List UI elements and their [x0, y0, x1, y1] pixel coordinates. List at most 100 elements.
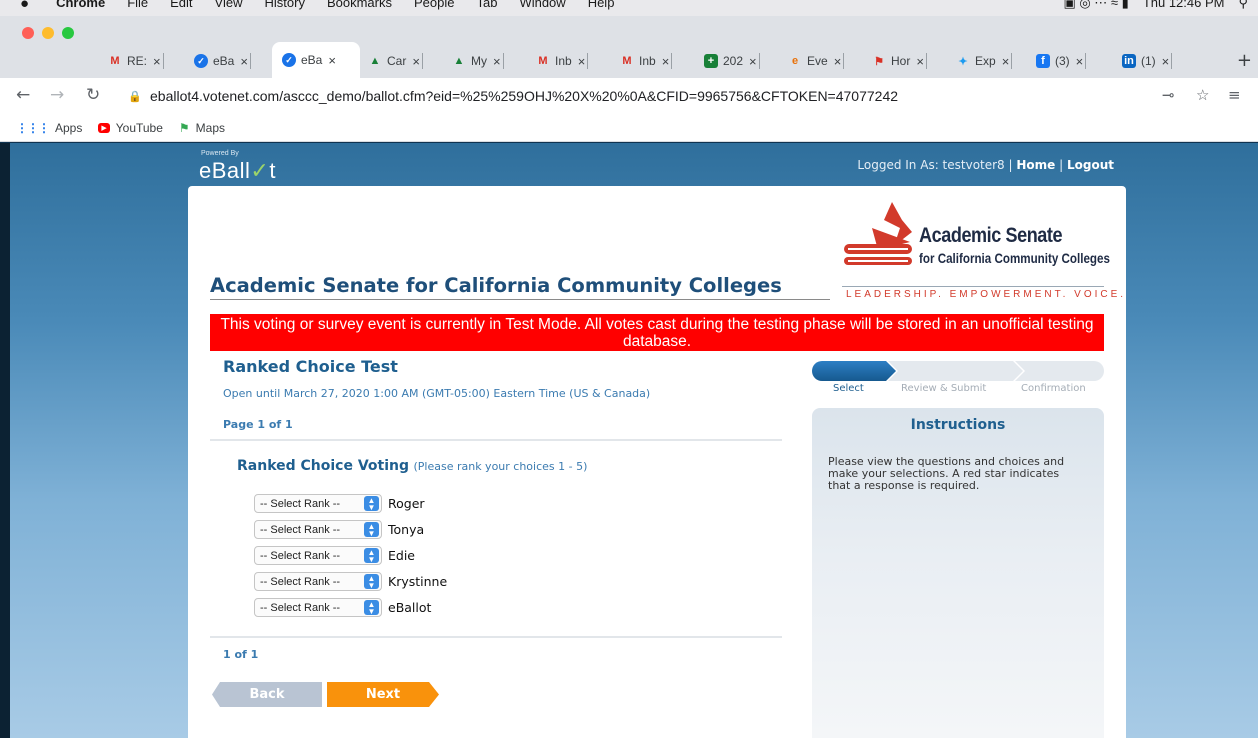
menu-clock[interactable]: Thu 12:46 PM [1143, 0, 1225, 11]
tab[interactable]: ⚑ Hor × [872, 46, 927, 76]
rank-select[interactable]: -- Select Rank -- ▲ ▼ [254, 546, 382, 565]
question-title: Ranked Choice Voting (Please rank your c… [237, 458, 588, 474]
close-tab-icon[interactable]: × [1076, 54, 1084, 69]
step-progress [812, 361, 1104, 381]
menu-tab[interactable]: Tab [465, 0, 508, 12]
page-count: 1 of 1 [223, 648, 259, 661]
apple-menu-icon[interactable]: ● [0, 0, 45, 12]
eballot-logo: eBall✓t [199, 158, 276, 183]
rank-select[interactable]: -- Select Rank -- ▲ ▼ [254, 520, 382, 539]
choice-row: -- Select Rank -- ▲ ▼ eBallot [254, 598, 431, 617]
close-tab-icon[interactable]: × [1002, 54, 1010, 69]
tab[interactable]: f (3) × [1036, 46, 1087, 76]
close-tab-icon[interactable]: × [328, 53, 336, 68]
rank-select[interactable]: -- Select Rank -- ▲ ▼ [254, 598, 382, 617]
menu-file[interactable]: File [116, 0, 159, 12]
eballot-icon: ✓ [194, 54, 208, 68]
close-tab-icon[interactable]: × [578, 54, 586, 69]
open-until-text: Open until March 27, 2020 1:00 AM (GMT-0… [223, 387, 651, 400]
step-review-label: Review & Submit [901, 383, 987, 394]
linkedin-icon: in [1122, 54, 1136, 68]
tab[interactable]: ▲ Car × [368, 46, 423, 76]
menu-edit[interactable]: Edit [159, 0, 203, 12]
facebook-icon: f [1036, 54, 1050, 68]
ballot-card: Academic Senate for California Community… [188, 186, 1126, 738]
status-icons[interactable]: ▣ ◎ ⋯ ≈ ▮ [1063, 0, 1128, 11]
close-tab-icon[interactable]: × [749, 54, 757, 69]
address-bar[interactable]: 🔒 eballot4.votenet.com/asccc_demo/ballot… [128, 82, 1188, 110]
minimize-window-icon[interactable] [42, 27, 54, 39]
next-button[interactable]: Next [327, 682, 439, 707]
logout-link[interactable]: Logout [1067, 158, 1114, 172]
menu-app-name[interactable]: Chrome [45, 0, 116, 12]
tab[interactable]: +202 × [704, 46, 760, 76]
close-tab-icon[interactable]: × [662, 54, 670, 69]
home-link[interactable]: Home [1016, 158, 1055, 172]
tab-active[interactable]: ✓ eBa × [272, 42, 360, 78]
choice-row: -- Select Rank -- ▲ ▼ Roger [254, 494, 425, 513]
tab[interactable]: M Inb × [620, 46, 673, 76]
tab[interactable]: ▲ My × [452, 46, 504, 76]
instructions-panel: Instructions Please view the questions a… [812, 408, 1104, 738]
menu-history[interactable]: History [254, 0, 316, 12]
step-confirmation-label: Confirmation [1021, 383, 1086, 394]
bookmark-youtube[interactable]: ▶ YouTube [98, 121, 163, 135]
close-tab-icon[interactable]: × [240, 54, 248, 69]
close-tab-icon[interactable]: × [916, 54, 924, 69]
select-arrows-icon: ▲ ▼ [364, 496, 379, 511]
maps-icon: ⚑ [178, 120, 190, 135]
tab[interactable]: M RE: × [108, 46, 164, 76]
step-select-bar [812, 361, 896, 381]
tab[interactable]: in (1) × [1122, 46, 1173, 76]
key-icon[interactable]: ⊸ [1162, 86, 1175, 104]
url-text: eballot4.votenet.com/asccc_demo/ballot.c… [150, 88, 899, 104]
tab[interactable]: e Eve × [788, 46, 845, 76]
book-flame-icon [844, 202, 912, 265]
menu-view[interactable]: View [204, 0, 254, 12]
page-title: Academic Senate for California Community… [210, 274, 782, 297]
tab[interactable]: ✦ Exp × [956, 46, 1013, 76]
media-icon[interactable]: ≡ [1228, 86, 1241, 104]
menu-bookmarks[interactable]: Bookmarks [316, 0, 403, 12]
close-tab-icon[interactable]: × [493, 54, 501, 69]
logo-line-2: for California Community Colleges [919, 251, 1110, 266]
instructions-title: Instructions [910, 417, 1006, 433]
tab[interactable]: ✓ eBa × [194, 46, 251, 76]
bookmark-star-icon[interactable]: ☆ [1196, 86, 1209, 104]
divider [210, 636, 782, 638]
rank-select[interactable]: -- Select Rank -- ▲ ▼ [254, 494, 382, 513]
maximize-window-icon[interactable] [62, 27, 74, 39]
menu-help[interactable]: Help [577, 0, 626, 12]
google-sheets-icon: + [704, 54, 718, 68]
select-arrows-icon: ▲ ▼ [364, 600, 379, 615]
tab[interactable]: M Inb × [536, 46, 589, 76]
choice-label: Tonya [388, 522, 425, 537]
bookmarks-bar: ⋮⋮⋮ Apps ▶ YouTube ⚑ Maps [0, 114, 1258, 142]
bookmark-apps[interactable]: ⋮⋮⋮ Apps [16, 121, 82, 135]
close-tab-icon[interactable]: × [412, 54, 420, 69]
close-window-icon[interactable] [22, 27, 34, 39]
reload-icon[interactable]: ↻ [86, 85, 100, 105]
bookmark-maps[interactable]: ⚑ Maps [179, 121, 225, 135]
back-arrow-icon[interactable]: ← [16, 85, 30, 105]
close-tab-icon[interactable]: × [834, 54, 842, 69]
menu-window[interactable]: Window [508, 0, 576, 12]
powered-by-label: Powered By [201, 150, 239, 157]
browser-toolbar: ← → ↻ 🔒 eballot4.votenet.com/asccc_demo/… [0, 78, 1258, 114]
forward-arrow-icon[interactable]: → [50, 85, 64, 105]
apps-grid-icon: ⋮⋮⋮ [16, 120, 50, 135]
youtube-icon: ▶ [98, 122, 110, 133]
spotlight-search-icon[interactable]: ⚲ [1238, 0, 1248, 11]
choice-row: -- Select Rank -- ▲ ▼ Edie [254, 546, 415, 565]
honey-icon: ⚑ [874, 55, 884, 68]
menu-people[interactable]: People [403, 0, 465, 12]
close-tab-icon[interactable]: × [1162, 54, 1170, 69]
select-arrows-icon: ▲ ▼ [364, 574, 379, 589]
logged-in-text: Logged In As: testvoter8 | [857, 158, 1017, 172]
test-mode-banner: This voting or survey event is currently… [210, 314, 1104, 351]
rank-select[interactable]: -- Select Rank -- ▲ ▼ [254, 572, 382, 591]
back-button[interactable]: Back [212, 682, 322, 707]
lock-icon: 🔒 [128, 90, 142, 103]
close-tab-icon[interactable]: × [153, 54, 161, 69]
new-tab-icon[interactable]: + [1237, 50, 1252, 71]
